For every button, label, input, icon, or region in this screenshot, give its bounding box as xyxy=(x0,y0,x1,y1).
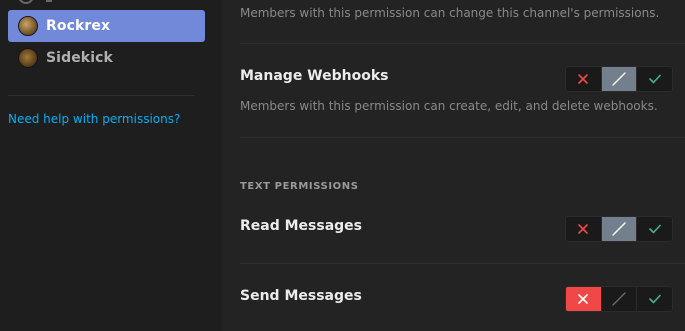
x-icon xyxy=(578,294,589,304)
sidebar-divider xyxy=(8,95,195,96)
deny-button[interactable] xyxy=(566,217,601,241)
help-permissions-link[interactable]: Need help with permissions? xyxy=(8,112,180,126)
deny-button[interactable] xyxy=(566,287,601,311)
check-icon xyxy=(648,74,661,84)
permissions-panel: Members with this permission can change … xyxy=(222,0,685,331)
divider xyxy=(240,263,685,264)
role-label-partial xyxy=(46,0,52,2)
x-icon xyxy=(578,74,589,84)
allow-button[interactable] xyxy=(636,287,672,311)
x-icon xyxy=(578,224,589,234)
passthrough-button[interactable] xyxy=(600,217,637,241)
check-icon xyxy=(648,294,661,304)
roles-sidebar: Rockrex Sidekick Need help with permissi… xyxy=(0,0,222,331)
divider xyxy=(240,43,685,44)
role-label: Sidekick xyxy=(46,50,113,66)
check-icon xyxy=(648,224,661,234)
read-messages-title: Read Messages xyxy=(240,218,363,234)
allow-button[interactable] xyxy=(636,217,672,241)
role-item-sidekick[interactable]: Sidekick xyxy=(8,42,205,74)
send-messages-toggle xyxy=(565,286,673,312)
divider xyxy=(240,137,685,138)
send-messages-title: Send Messages xyxy=(240,288,362,304)
read-messages-toggle xyxy=(565,216,673,242)
role-label: Rockrex xyxy=(46,18,111,34)
manage-webhooks-title: Manage Webhooks xyxy=(240,68,389,84)
manage-webhooks-description: Members with this permission can create,… xyxy=(240,99,658,113)
role-avatar-partial xyxy=(18,0,34,4)
avatar xyxy=(18,48,38,68)
slash-icon xyxy=(612,72,626,86)
deny-button[interactable] xyxy=(566,67,601,91)
manage-webhooks-toggle xyxy=(565,66,673,92)
manage-permissions-description: Members with this permission can change … xyxy=(240,6,660,20)
passthrough-button[interactable] xyxy=(600,287,637,311)
passthrough-button[interactable] xyxy=(600,67,637,91)
allow-button[interactable] xyxy=(636,67,672,91)
slash-icon xyxy=(612,222,626,236)
role-item-rockrex[interactable]: Rockrex xyxy=(8,10,205,42)
avatar xyxy=(18,16,38,36)
slash-icon xyxy=(612,292,626,306)
section-title-text-permissions: TEXT PERMISSIONS xyxy=(240,181,359,192)
